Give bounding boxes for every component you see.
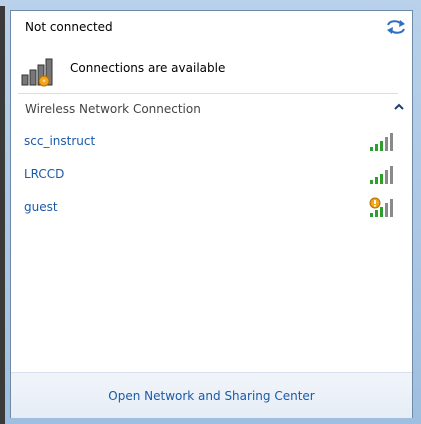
network-item-guest[interactable]: guest: [18, 197, 402, 221]
footer-bar: Open Network and Sharing Center: [11, 372, 412, 418]
refresh-icon[interactable]: [385, 19, 407, 35]
network-name: guest: [24, 200, 58, 214]
svg-text:*: *: [42, 78, 46, 86]
open-network-sharing-center-link[interactable]: Open Network and Sharing Center: [11, 389, 412, 403]
connections-available-row: * Connections are available: [20, 55, 390, 87]
network-item-scc-instruct[interactable]: scc_instruct: [18, 131, 402, 155]
network-item-lrccd[interactable]: LRCCD: [18, 164, 402, 188]
section-title: Wireless Network Connection: [25, 102, 201, 116]
network-name: LRCCD: [24, 167, 65, 181]
network-name: scc_instruct: [24, 134, 96, 148]
window-left-edge: [0, 6, 5, 424]
connection-status: Not connected: [25, 20, 113, 34]
signal-strength-open-icon: [369, 197, 393, 217]
section-divider: [18, 93, 398, 94]
connections-available-text: Connections are available: [70, 61, 226, 75]
signal-strength-icon: [370, 166, 393, 184]
network-available-icon: *: [21, 58, 53, 87]
signal-strength-icon: [370, 133, 393, 151]
chevron-up-icon[interactable]: [392, 100, 406, 114]
